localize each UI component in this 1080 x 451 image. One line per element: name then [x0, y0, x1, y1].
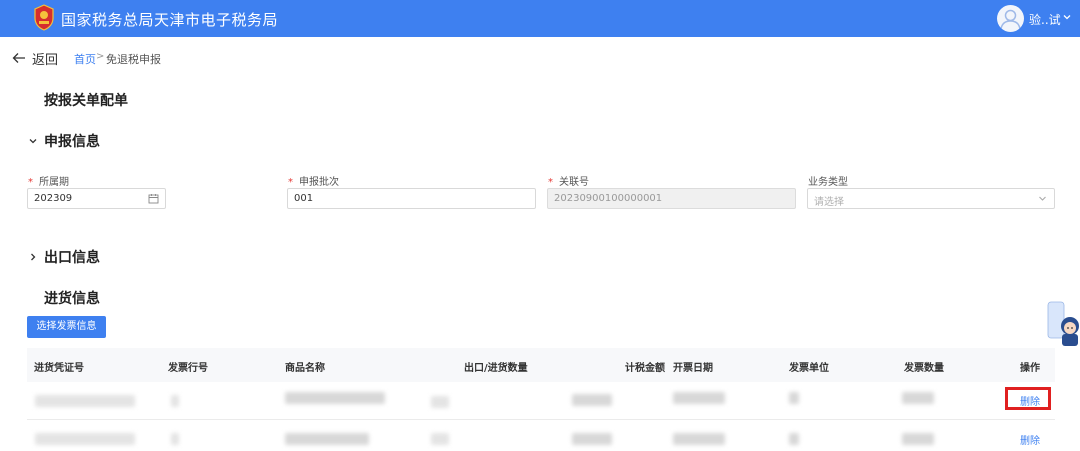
section-declare-info[interactable]: 申报信息 [28, 131, 100, 151]
link-no-label: * 关联号 [548, 177, 589, 188]
user-name[interactable]: 验..试 [1029, 11, 1061, 28]
app-title: 国家税务总局天津市电子税务局 [61, 11, 279, 29]
chevron-down-icon [1039, 196, 1046, 201]
column-header: 出口/进货数量 [464, 363, 528, 374]
section-title: 申报信息 [44, 134, 100, 150]
chevron-down-icon [29, 139, 37, 144]
column-header: 发票行号 [168, 363, 208, 374]
table-row: 删除 [27, 421, 1055, 451]
redacted-cell [285, 392, 385, 404]
select-invoice-button[interactable]: 选择发票信息 [27, 316, 106, 338]
column-header: 商品名称 [285, 363, 325, 374]
period-label: * 所属期 [28, 177, 69, 188]
redacted-cell [572, 394, 612, 406]
redacted-cell [789, 433, 799, 445]
top-header-bar: 国家税务总局天津市电子税务局 验..试 [0, 0, 1080, 37]
redacted-cell [673, 433, 725, 445]
table-row: 删除 [27, 382, 1055, 420]
section-export-info[interactable]: 出口信息 [28, 247, 100, 267]
arrow-left-icon [12, 53, 25, 63]
biz-type-label: 业务类型 [808, 177, 848, 188]
column-header: 发票单位 [789, 363, 829, 374]
user-icon [1000, 9, 1021, 30]
chevron-down-icon[interactable] [1062, 12, 1072, 22]
calendar-icon[interactable] [148, 193, 159, 204]
column-header: 进货凭证号 [34, 363, 84, 374]
redacted-cell [35, 433, 135, 445]
user-avatar[interactable] [997, 5, 1024, 32]
back-button[interactable]: 返回 [12, 50, 59, 68]
batch-input[interactable]: 001 [287, 188, 536, 209]
breadcrumb-current: 免退税申报 [106, 53, 161, 66]
redacted-cell [285, 433, 369, 445]
chevron-right-icon [31, 253, 36, 261]
section-title: 出口信息 [44, 250, 100, 266]
helper-mascot-icon[interactable] [1043, 300, 1080, 348]
page-title: 按报关单配单 [44, 93, 128, 109]
required-mark: * [288, 177, 293, 188]
column-header: 开票日期 [673, 363, 713, 374]
redacted-cell [789, 392, 799, 404]
breadcrumb-home-link[interactable]: 首页 [74, 51, 96, 67]
redacted-cell [902, 433, 934, 445]
link-no-input: 20230900100000001 [547, 188, 796, 209]
breadcrumb-separator: > [96, 51, 105, 62]
section-purchase-info: 进货信息 [44, 288, 100, 308]
period-input[interactable]: 202309 [27, 188, 166, 209]
redacted-cell [431, 396, 449, 408]
highlight-box [1005, 387, 1051, 410]
delete-link[interactable]: 删除 [1020, 432, 1040, 447]
batch-label: * 申报批次 [288, 177, 339, 188]
table-header: 进货凭证号 发票行号 商品名称 出口/进货数量 计税金额 开票日期 发票单位 发… [27, 348, 1055, 382]
column-header: 计税金额 [625, 363, 665, 374]
redacted-cell [902, 392, 934, 404]
section-title: 进货信息 [44, 291, 100, 307]
tax-emblem-icon [34, 4, 54, 31]
redacted-cell [673, 392, 725, 404]
column-header: 操作 [1020, 363, 1040, 374]
back-label: 返回 [32, 52, 59, 68]
redacted-cell [171, 395, 179, 407]
redacted-cell [431, 433, 449, 445]
redacted-cell [35, 395, 135, 407]
column-header: 发票数量 [904, 363, 944, 374]
biz-type-select[interactable]: 请选择 [807, 188, 1055, 209]
redacted-cell [171, 433, 179, 445]
required-mark: * [548, 177, 553, 188]
required-mark: * [28, 177, 33, 188]
redacted-cell [572, 433, 612, 445]
